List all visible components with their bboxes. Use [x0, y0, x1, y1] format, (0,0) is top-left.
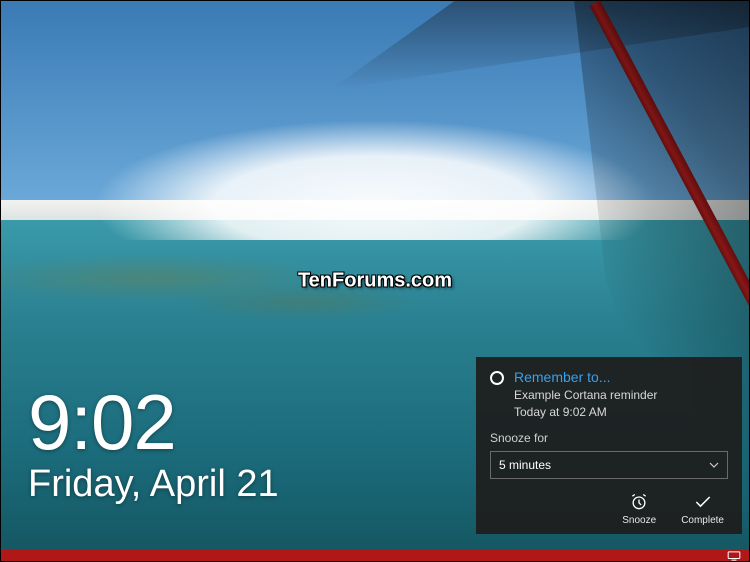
snooze-duration-value: 5 minutes	[499, 458, 551, 472]
clock-time: 9:02	[28, 383, 279, 461]
lock-screen[interactable]: TenForums.com 9:02 Friday, April 21 Reme…	[0, 0, 750, 562]
clock-area: 9:02 Friday, April 21	[28, 383, 279, 506]
cortana-reminder-toast[interactable]: Remember to... Example Cortana reminder …	[476, 357, 742, 534]
snooze-button[interactable]: Snooze	[615, 489, 663, 528]
snooze-duration-select[interactable]: 5 minutes	[490, 451, 728, 479]
checkmark-icon	[692, 491, 714, 513]
snooze-button-label: Snooze	[622, 515, 656, 526]
cortana-icon	[490, 371, 504, 385]
alarm-clock-icon	[628, 491, 650, 513]
notification-body-line: Example Cortana reminder	[514, 387, 728, 404]
snooze-for-label: Snooze for	[490, 431, 728, 445]
presentation-mode-icon[interactable]	[726, 551, 742, 561]
notification-title: Remember to...	[514, 369, 610, 385]
complete-button-label: Complete	[681, 515, 724, 526]
complete-button[interactable]: Complete	[677, 489, 728, 528]
clock-date: Friday, April 21	[28, 463, 279, 506]
watermark-text: TenForums.com	[298, 270, 452, 293]
notification-time-line: Today at 9:02 AM	[514, 404, 728, 421]
bottom-strip	[0, 550, 750, 562]
chevron-down-icon	[709, 460, 719, 470]
